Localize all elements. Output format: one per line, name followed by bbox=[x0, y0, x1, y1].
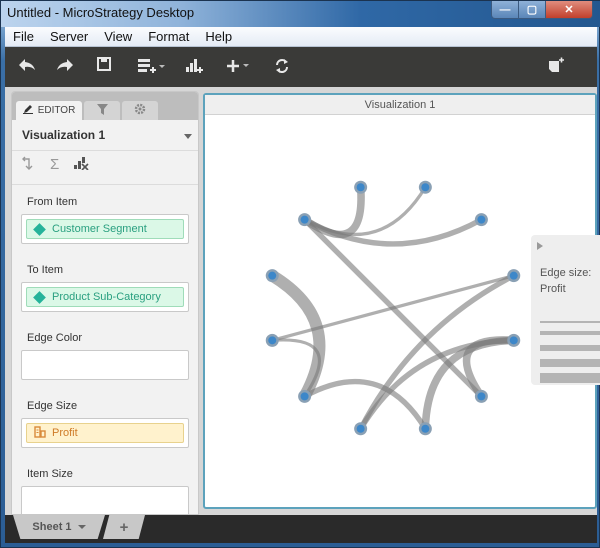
sigma-icon[interactable]: Σ bbox=[50, 156, 59, 173]
sheet-tab[interactable]: Sheet 1 bbox=[13, 515, 105, 539]
editor-tools: Σ bbox=[22, 156, 89, 173]
maximize-button[interactable]: ▢ bbox=[519, 1, 546, 18]
menu-file[interactable]: File bbox=[5, 29, 42, 44]
divider bbox=[12, 184, 198, 185]
menu-help[interactable]: Help bbox=[197, 29, 240, 44]
workspace: EDITOR Visualization 1 Σ From Item Custo… bbox=[5, 87, 600, 515]
to-item-value: Product Sub-Category bbox=[52, 291, 161, 303]
from-item-value: Customer Segment bbox=[52, 223, 147, 235]
edge-size-value: Profit bbox=[52, 427, 78, 439]
menu-bar: File Server View Format Help bbox=[5, 27, 597, 47]
graph-node[interactable] bbox=[356, 183, 365, 192]
menu-format[interactable]: Format bbox=[140, 29, 197, 44]
item-size-label: Item Size bbox=[27, 468, 73, 480]
filter-icon bbox=[96, 103, 108, 118]
graph-edge[interactable] bbox=[266, 269, 326, 403]
add-data-icon[interactable] bbox=[137, 57, 167, 75]
sheet-tab-label: Sheet 1 bbox=[32, 521, 72, 533]
close-button[interactable]: ✕ bbox=[546, 1, 592, 18]
graph-node[interactable] bbox=[356, 424, 365, 433]
to-item-label: To Item bbox=[27, 264, 64, 276]
to-item-dropzone[interactable]: Product Sub-Category bbox=[21, 282, 189, 312]
edge-color-dropzone[interactable] bbox=[21, 350, 189, 380]
menu-view[interactable]: View bbox=[96, 29, 140, 44]
item-size-dropzone[interactable] bbox=[21, 486, 189, 514]
redo-icon[interactable] bbox=[55, 57, 75, 73]
to-item-pill[interactable]: Product Sub-Category bbox=[26, 287, 184, 307]
chevron-down-icon bbox=[184, 134, 192, 139]
plus-icon: + bbox=[119, 518, 129, 536]
visualization-selector[interactable]: Visualization 1 bbox=[22, 128, 192, 146]
attribute-icon bbox=[33, 290, 46, 304]
window-title: Untitled - MicroStrategy Desktop bbox=[7, 5, 195, 20]
graph-node[interactable] bbox=[268, 336, 277, 345]
legend-size-level bbox=[540, 373, 600, 383]
legend-size-level bbox=[540, 359, 600, 367]
attribute-icon bbox=[33, 222, 46, 236]
visualization-selector-value: Visualization 1 bbox=[22, 128, 106, 142]
maximize-icon: ▢ bbox=[526, 4, 538, 16]
new-page-icon[interactable] bbox=[547, 57, 565, 75]
save-icon[interactable] bbox=[97, 57, 111, 71]
legend-size-level bbox=[540, 321, 600, 323]
edge-color-label: Edge Color bbox=[27, 332, 83, 344]
graph-node[interactable] bbox=[268, 271, 277, 280]
graph-node[interactable] bbox=[477, 215, 486, 224]
window-controls: — ▢ ✕ bbox=[491, 1, 593, 19]
title-bar: Untitled - MicroStrategy Desktop — ▢ ✕ bbox=[1, 1, 600, 27]
edge-size-pill[interactable]: Profit bbox=[26, 423, 184, 443]
tab-editor[interactable]: EDITOR bbox=[16, 101, 82, 120]
refresh-icon[interactable] bbox=[273, 57, 291, 75]
minimize-icon: — bbox=[499, 3, 511, 16]
legend-size-level bbox=[540, 331, 600, 335]
legend-title-line2: Profit bbox=[540, 283, 566, 295]
chart-clear-icon[interactable] bbox=[73, 156, 89, 173]
graph-node[interactable] bbox=[300, 392, 309, 401]
graph-node[interactable] bbox=[509, 336, 518, 345]
metric-icon bbox=[34, 425, 46, 441]
minimize-button[interactable]: — bbox=[492, 1, 519, 18]
tab-format[interactable] bbox=[122, 101, 158, 120]
legend-title-line1: Edge size: bbox=[540, 267, 592, 279]
chevron-down-icon[interactable] bbox=[77, 525, 86, 529]
editor-panel: EDITOR Visualization 1 Σ From Item Custo… bbox=[11, 91, 199, 515]
app-window: Untitled - MicroStrategy Desktop — ▢ ✕ F… bbox=[0, 0, 600, 548]
graph-node[interactable] bbox=[300, 215, 309, 224]
gear-icon bbox=[134, 103, 146, 118]
legend-size-level bbox=[540, 345, 600, 351]
from-item-dropzone[interactable]: Customer Segment bbox=[21, 214, 189, 244]
visualization-container[interactable]: Visualization 1 Edge size: Profit bbox=[203, 93, 600, 509]
pencil-icon bbox=[22, 104, 33, 117]
graph-node[interactable] bbox=[421, 183, 430, 192]
graph-node[interactable] bbox=[477, 392, 486, 401]
editor-tabstrip: EDITOR bbox=[12, 92, 198, 120]
close-icon: ✕ bbox=[564, 4, 574, 16]
divider bbox=[12, 150, 198, 151]
add-sheet-button[interactable]: + bbox=[103, 515, 145, 539]
from-item-label: From Item bbox=[27, 196, 78, 208]
legend-title: Edge size: Profit bbox=[540, 265, 591, 297]
graph-edge[interactable] bbox=[462, 336, 518, 401]
toolbar bbox=[5, 47, 597, 87]
legend: Edge size: Profit bbox=[531, 235, 600, 385]
tab-filter[interactable] bbox=[84, 101, 120, 120]
swap-axes-icon[interactable] bbox=[22, 156, 36, 173]
undo-icon[interactable] bbox=[17, 57, 37, 73]
add-visualization-icon[interactable] bbox=[185, 57, 205, 75]
sheet-tab-bar: Sheet 1 + bbox=[5, 515, 597, 543]
graph-node[interactable] bbox=[421, 424, 430, 433]
from-item-pill[interactable]: Customer Segment bbox=[26, 219, 184, 239]
menu-server[interactable]: Server bbox=[42, 29, 96, 44]
graph-node[interactable] bbox=[509, 271, 518, 280]
legend-toggle-icon[interactable] bbox=[537, 242, 543, 250]
tab-editor-label: EDITOR bbox=[37, 105, 76, 116]
edge-size-dropzone[interactable]: Profit bbox=[21, 418, 189, 448]
insert-icon[interactable] bbox=[225, 57, 251, 75]
edge-size-label: Edge Size bbox=[27, 400, 78, 412]
